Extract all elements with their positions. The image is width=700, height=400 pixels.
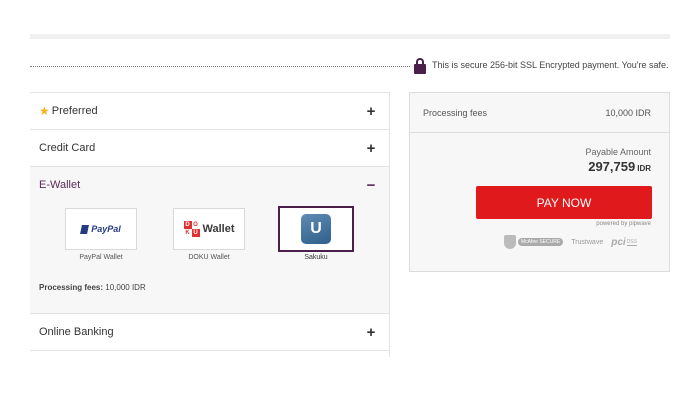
accordion-header-credit-card[interactable]: Credit Card + [30,130,389,166]
pay-now-button[interactable]: PAY NOW [476,186,652,219]
wallet-option-paypal[interactable]: PayPal PayPal Wallet [63,208,139,261]
doku-icon: D O K U [183,221,200,237]
pci-dss-badge: pci DSS [611,236,637,248]
expand-plus-icon[interactable]: + [365,103,377,120]
secure-notice-row: This is secure 256-bit SSL Encrypted pay… [30,58,670,74]
accordion-header-preferred[interactable]: ★ Preferred + [30,93,389,129]
mcafee-secure-badge: McAfee SECURE [504,235,564,249]
wallet-processing-fee: Processing fees: 10,000 IDR [39,283,146,292]
doku-logo-text: Wallet [202,223,235,235]
shield-icon [504,235,516,249]
paypal-logo-text: PayPal [91,224,121,234]
lock-icon [414,58,426,74]
processing-fee-row: Processing fees 10,000 IDR [410,93,669,133]
accordion-header-online-banking[interactable]: Online Banking + [30,314,389,350]
secure-notice-text: This is secure 256-bit SSL Encrypted pay… [432,60,669,70]
accordion-item-online-banking: Online Banking + [30,314,389,351]
trustwave-badge: Trustwave [571,238,604,246]
top-divider [30,34,670,39]
payment-methods-accordion: ★ Preferred + Credit Card + E-Wallet − Pa… [30,92,390,351]
payable-currency: IDR [637,164,651,173]
processing-fee-value: 10,000 IDR [605,107,651,118]
wallet-caption: PayPal Wallet [79,254,123,261]
paypal-logo[interactable]: PayPal [65,208,137,250]
accordion-border-tail [30,349,390,357]
wallet-option-sakuku[interactable]: U Sakuku [278,206,354,261]
accordion-label: E-Wallet [39,179,81,191]
accordion-label: Preferred [51,105,98,117]
processing-fee-label: Processing fees [423,107,488,118]
wallet-option-doku[interactable]: D O K U Wallet DOKU Wallet [171,208,247,261]
payable-amount-value: 297,759 [588,159,636,174]
wallet-caption: DOKU Wallet [188,254,230,261]
accordion-header-e-wallet[interactable]: E-Wallet − [30,167,389,203]
payable-amount-label: Payable Amount [585,147,651,157]
dotted-divider [30,66,410,67]
expand-plus-icon[interactable]: + [365,140,377,157]
sakuku-logo[interactable]: U [278,206,354,252]
expand-plus-icon[interactable]: + [365,324,377,341]
payment-summary-panel: Processing fees 10,000 IDR Payable Amoun… [409,92,670,272]
wallet-caption: Sakuku [304,254,328,261]
accordion-label: Online Banking [39,326,114,338]
accordion-item-credit-card: Credit Card + [30,130,389,167]
wallet-options: PayPal PayPal Wallet D O K U Wallet DOKU… [30,203,389,313]
star-icon: ★ [39,104,50,118]
collapse-minus-icon[interactable]: − [365,177,377,194]
powered-by-text: powered by pipwave [596,221,651,227]
doku-logo[interactable]: D O K U Wallet [173,208,245,250]
accordion-item-e-wallet: E-Wallet − PayPal PayPal Wallet D O K U … [30,167,389,314]
payable-amount: 297,759 IDR [588,159,651,174]
accordion-label: Credit Card [39,142,96,154]
paypal-icon [80,224,90,234]
trust-badges: McAfee SECURE Trustwave pci DSS [504,235,637,249]
accordion-item-preferred: ★ Preferred + [30,93,389,130]
sakuku-icon: U [301,214,331,244]
